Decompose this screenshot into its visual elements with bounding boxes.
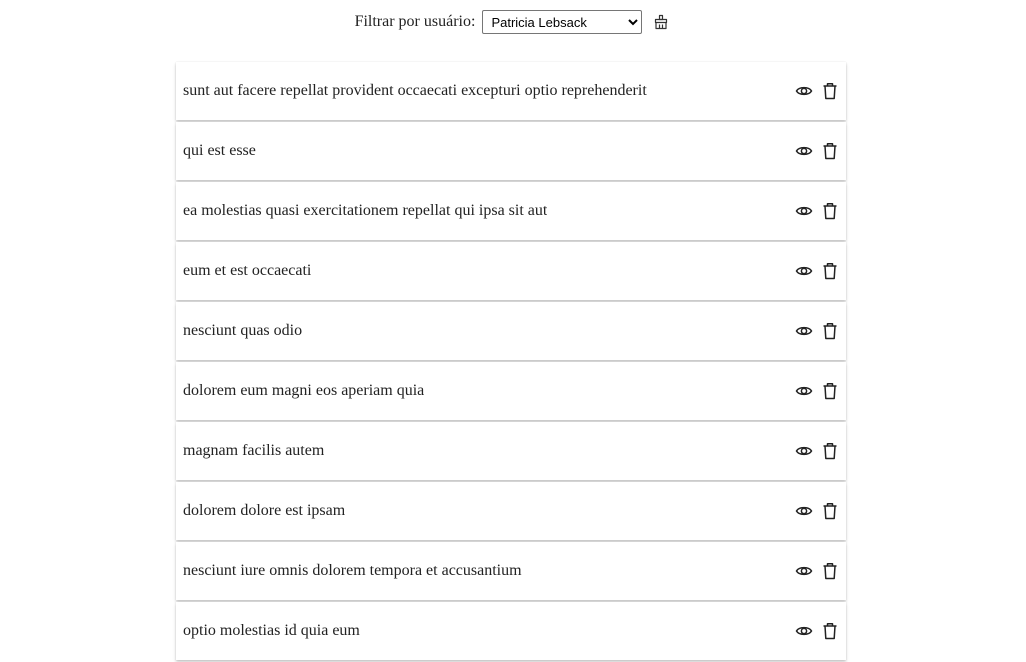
post-list-item: magnam facilis autem bbox=[176, 422, 846, 480]
delete-post-button[interactable] bbox=[820, 261, 840, 281]
view-post-button[interactable] bbox=[794, 501, 814, 521]
filter-bar: Filtrar por usuário: Patricia Lebsack bbox=[0, 0, 1026, 44]
post-list-item: nesciunt quas odio bbox=[176, 302, 846, 360]
view-post-button[interactable] bbox=[794, 621, 814, 641]
post-title: qui est esse bbox=[183, 142, 256, 159]
trash-icon bbox=[823, 623, 837, 640]
trash-icon bbox=[823, 563, 837, 580]
trash-icon bbox=[823, 503, 837, 520]
trash-icon bbox=[823, 203, 837, 220]
post-actions bbox=[794, 501, 840, 521]
post-list-item: sunt aut facere repellat provident occae… bbox=[176, 62, 846, 120]
eye-icon bbox=[795, 206, 813, 216]
post-title: dolorem eum magni eos aperiam quia bbox=[183, 382, 425, 399]
post-list-item: dolorem dolore est ipsam bbox=[176, 482, 846, 540]
post-title: magnam facilis autem bbox=[183, 442, 325, 459]
post-list-item: qui est esse bbox=[176, 122, 846, 180]
trash-icon bbox=[823, 83, 837, 100]
post-actions bbox=[794, 201, 840, 221]
view-post-button[interactable] bbox=[794, 201, 814, 221]
post-actions bbox=[794, 141, 840, 161]
trash-icon bbox=[823, 263, 837, 280]
delete-post-button[interactable] bbox=[820, 201, 840, 221]
delete-post-button[interactable] bbox=[820, 381, 840, 401]
post-title: sunt aut facere repellat provident occae… bbox=[183, 82, 647, 99]
delete-post-button[interactable] bbox=[820, 561, 840, 581]
post-list-item: eum et est occaecati bbox=[176, 242, 846, 300]
post-title: eum et est occaecati bbox=[183, 262, 312, 279]
user-filter-select[interactable]: Patricia Lebsack bbox=[482, 10, 643, 34]
eye-icon bbox=[795, 446, 813, 456]
view-post-button[interactable] bbox=[794, 261, 814, 281]
delete-post-button[interactable] bbox=[820, 441, 840, 461]
post-list: sunt aut facere repellat provident occae… bbox=[176, 62, 846, 662]
trash-icon bbox=[823, 383, 837, 400]
delete-post-button[interactable] bbox=[820, 501, 840, 521]
post-title: optio molestias id quia eum bbox=[183, 622, 360, 639]
delete-post-button[interactable] bbox=[820, 141, 840, 161]
post-list-item: dolorem eum magni eos aperiam quia bbox=[176, 362, 846, 420]
view-post-button[interactable] bbox=[794, 81, 814, 101]
post-actions bbox=[794, 381, 840, 401]
broom-icon bbox=[655, 14, 668, 30]
post-list-item: ea molestias quasi exercitationem repell… bbox=[176, 182, 846, 240]
post-actions bbox=[794, 561, 840, 581]
view-post-button[interactable] bbox=[794, 321, 814, 341]
post-title: nesciunt quas odio bbox=[183, 322, 303, 339]
post-title: nesciunt iure omnis dolorem tempora et a… bbox=[183, 562, 522, 579]
trash-icon bbox=[823, 443, 837, 460]
trash-icon bbox=[823, 323, 837, 340]
eye-icon bbox=[795, 146, 813, 156]
view-post-button[interactable] bbox=[794, 441, 814, 461]
trash-icon bbox=[823, 143, 837, 160]
post-list-item: nesciunt iure omnis dolorem tempora et a… bbox=[176, 542, 846, 600]
post-actions bbox=[794, 441, 840, 461]
eye-icon bbox=[795, 386, 813, 396]
post-actions bbox=[794, 321, 840, 341]
post-actions bbox=[794, 621, 840, 641]
delete-post-button[interactable] bbox=[820, 81, 840, 101]
delete-post-button[interactable] bbox=[820, 321, 840, 341]
eye-icon bbox=[795, 566, 813, 576]
eye-icon bbox=[795, 326, 813, 336]
filter-label: Filtrar por usuário: bbox=[354, 13, 476, 30]
view-post-button[interactable] bbox=[794, 561, 814, 581]
eye-icon bbox=[795, 86, 813, 96]
post-actions bbox=[794, 261, 840, 281]
post-actions bbox=[794, 81, 840, 101]
delete-post-button[interactable] bbox=[820, 621, 840, 641]
eye-icon bbox=[795, 506, 813, 516]
eye-icon bbox=[795, 266, 813, 276]
post-title: dolorem dolore est ipsam bbox=[183, 502, 346, 519]
post-list-item: optio molestias id quia eum bbox=[176, 602, 846, 660]
clear-filter-button[interactable] bbox=[651, 12, 671, 32]
post-title: ea molestias quasi exercitationem repell… bbox=[183, 202, 548, 219]
view-post-button[interactable] bbox=[794, 381, 814, 401]
eye-icon bbox=[795, 626, 813, 636]
view-post-button[interactable] bbox=[794, 141, 814, 161]
